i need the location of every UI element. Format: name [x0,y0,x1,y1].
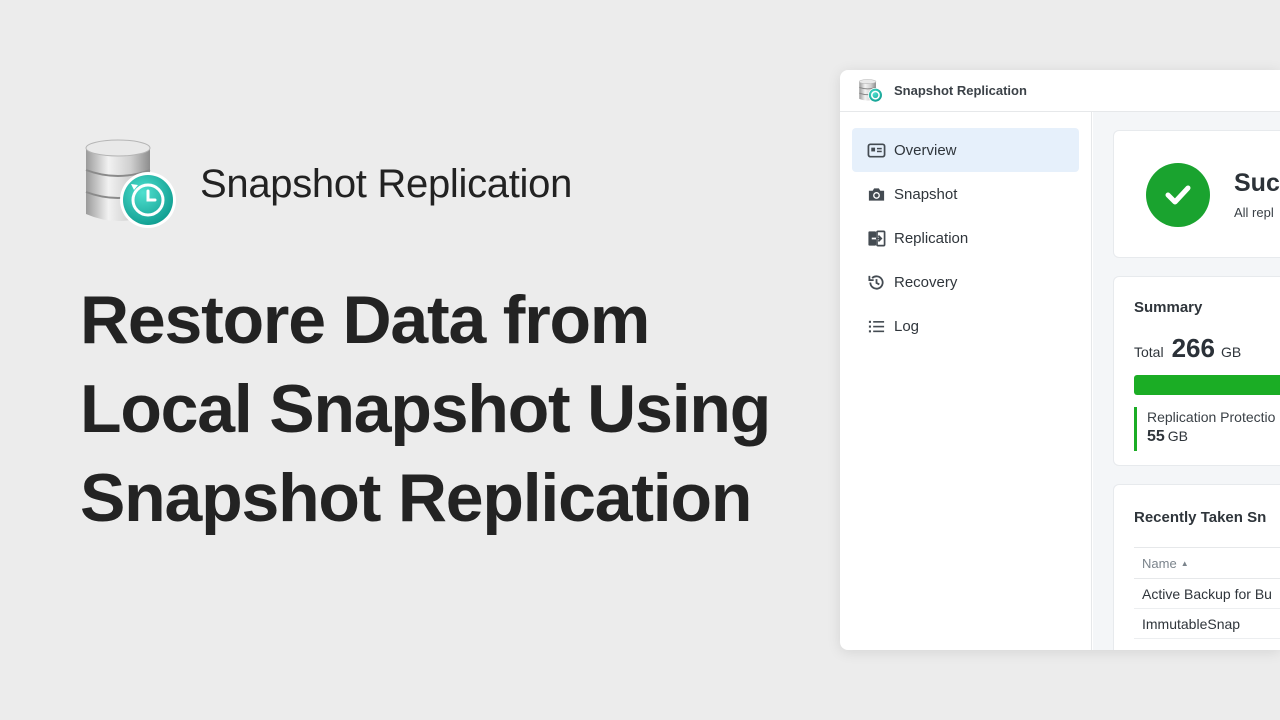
sidebar-item-label: Overview [894,141,957,159]
camera-icon [866,184,886,204]
sidebar-item-log[interactable]: Log [852,304,1079,348]
recent-snapshots-table: Name ▲ Active Backup for Bu ImmutableSna… [1134,547,1280,639]
table-row[interactable]: ImmutableSnap [1134,609,1280,639]
snapshot-replication-logo-icon [859,78,883,102]
status-card: Suc All repl [1113,130,1280,258]
usage-bar-fill [1134,375,1280,395]
column-header-label: Name [1142,555,1177,571]
summary-total-label: Total [1134,344,1164,360]
sidebar-item-snapshot[interactable]: Snapshot [852,172,1079,216]
sidebar-item-recovery[interactable]: Recovery [852,260,1079,304]
sidebar-item-replication[interactable]: Replication [852,216,1079,260]
replication-icon [866,228,886,248]
summary-card: Summary Total 266 GB Replication Protect… [1113,276,1280,466]
legend-value-row: 55 GB [1147,428,1275,446]
status-subtitle: All repl [1234,205,1274,220]
check-circle-icon [1146,163,1210,227]
legend-replication-protection: Replication Protectio 55 GB [1134,407,1275,451]
window-titlebar: Snapshot Replication [840,70,1280,112]
snapshot-name: Active Backup for Bu [1142,585,1272,602]
column-header-name[interactable]: Name ▲ [1134,547,1280,579]
sidebar-item-label: Recovery [894,273,958,291]
sidebar-item-label: Log [894,317,920,335]
hero-logo-row: Snapshot Replication [82,138,572,230]
window-title: Snapshot Replication [894,83,1027,98]
main-content: Suc All repl Summary Total 266 GB Replic… [1093,112,1280,650]
history-icon [866,272,886,292]
legend-label: Replication Protectio [1147,409,1276,425]
snapshot-replication-logo-icon [85,139,176,228]
summary-total-unit: GB [1220,344,1242,360]
app-window: Snapshot Replication Overview Snapshot R… [840,70,1280,650]
summary-total: Total 266 GB [1134,333,1241,364]
overview-icon [866,140,886,160]
legend-unit: GB [1167,428,1189,444]
legend-value: 55 [1147,428,1165,445]
sidebar-item-label: Snapshot [894,185,958,203]
sidebar-item-overview[interactable]: Overview [852,128,1079,172]
snapshot-name: ImmutableSnap [1142,615,1241,632]
table-row[interactable]: Active Backup for Bu [1134,579,1280,609]
summary-total-value: 266 [1171,333,1215,363]
hero-app-name: Snapshot Replication [200,161,573,206]
summary-title: Summary [1134,299,1203,316]
usage-bar [1134,375,1280,395]
sort-ascending-icon: ▲ [1180,558,1189,568]
list-icon [866,316,886,336]
status-title: Suc [1234,169,1280,197]
recent-snapshots-title: Recently Taken Sn [1134,509,1267,526]
recent-snapshots-card: Recently Taken Sn Name ▲ Active Backup f… [1113,484,1280,650]
sidebar: Overview Snapshot Replication Recovery L… [840,112,1092,650]
sidebar-item-label: Replication [894,229,969,247]
hero-headline: Restore Data from Local Snapshot Using S… [80,282,771,536]
